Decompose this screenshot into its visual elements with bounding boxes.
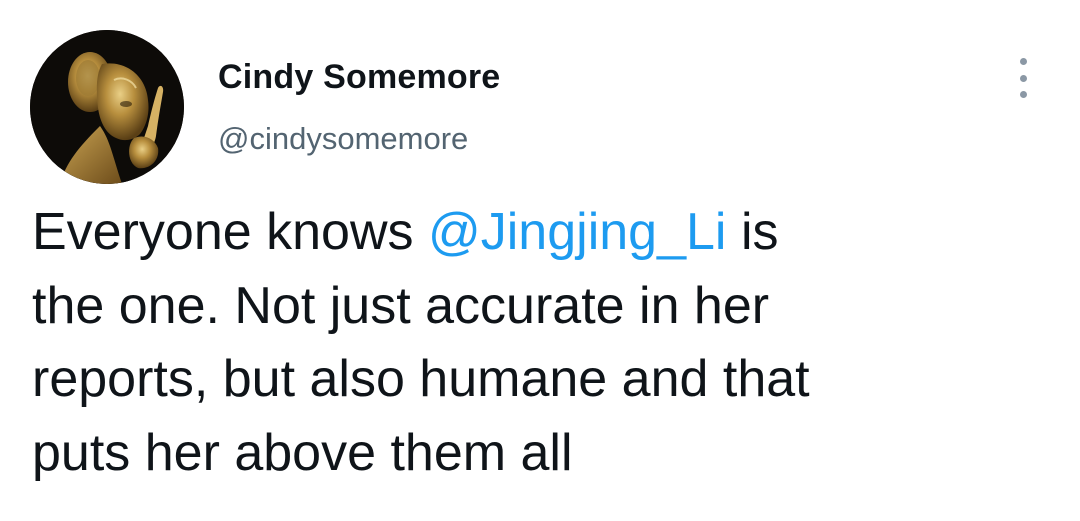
tweet-text: Everyone knows @Jingjing_Li is the one. … (32, 196, 1042, 490)
avatar-image (30, 30, 184, 184)
tweet-text-line: puts her above them all (32, 423, 573, 482)
more-dot (1019, 74, 1027, 82)
tweet-text-segment: is (726, 203, 779, 261)
author-name[interactable]: Cindy Somemore (218, 58, 500, 97)
tweet-text-line: the one. Not just accurate in her (32, 276, 770, 335)
tweet-text-segment: Everyone knows (32, 203, 428, 261)
more-vertical-icon[interactable] (1010, 58, 1036, 98)
more-dot (1019, 91, 1027, 98)
more-dot (1019, 58, 1027, 65)
avatar[interactable] (30, 30, 184, 184)
tweet-card: Cindy Somemore @cindysomemore Everyone k… (0, 0, 1080, 521)
mention-link[interactable]: @Jingjing_Li (428, 203, 727, 261)
tweet-text-line: Everyone knows @Jingjing_Li is (32, 196, 1042, 270)
author-handle[interactable]: @cindysomemore (218, 121, 468, 157)
tweet-text-line: reports, but also humane and that (32, 350, 810, 408)
